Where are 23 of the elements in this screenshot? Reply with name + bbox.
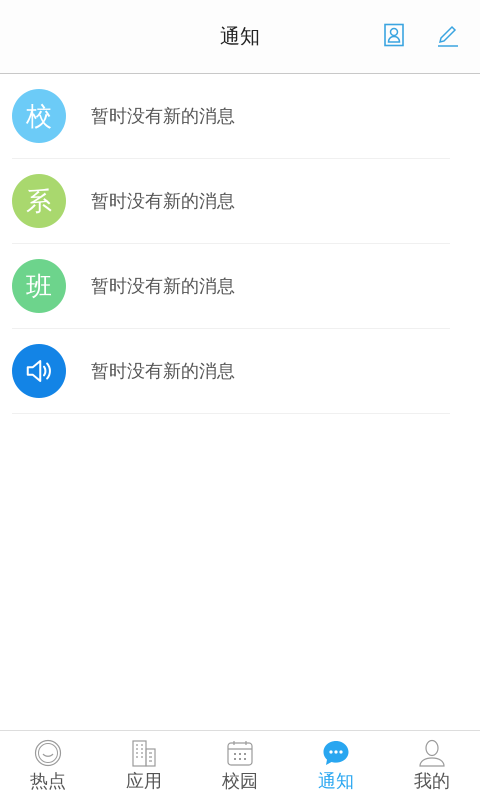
buildings-icon <box>130 738 158 766</box>
nav-tab[interactable]: 热点 <box>0 731 96 800</box>
notice-message: 暂时没有新的消息 <box>91 360 235 383</box>
notice-row[interactable]: 班 暂时没有新的消息 <box>12 244 450 329</box>
notice-row[interactable]: 暂时没有新的消息 <box>12 329 450 414</box>
chat-bubble-icon <box>322 738 350 766</box>
notice-message: 暂时没有新的消息 <box>91 190 235 213</box>
channel-badge: 班 <box>12 259 66 313</box>
notice-message: 暂时没有新的消息 <box>91 105 235 128</box>
calendar-icon <box>226 738 254 766</box>
person-icon <box>418 738 446 766</box>
channel-badge: 校 <box>12 89 66 143</box>
nav-tab[interactable]: 应用 <box>96 731 192 800</box>
page-title: 通知 <box>220 23 260 50</box>
contact-card-icon[interactable] <box>382 23 406 47</box>
notice-message: 暂时没有新的消息 <box>91 275 235 298</box>
nav-tab[interactable]: 校园 <box>192 731 288 800</box>
edit-icon[interactable] <box>436 23 460 47</box>
nav-tab[interactable]: 我的 <box>384 731 480 800</box>
notice-row[interactable]: 系 暂时没有新的消息 <box>12 159 450 244</box>
channel-badge: 系 <box>12 174 66 228</box>
smiley-icon <box>34 738 62 766</box>
notice-row[interactable]: 校 暂时没有新的消息 <box>12 74 450 159</box>
